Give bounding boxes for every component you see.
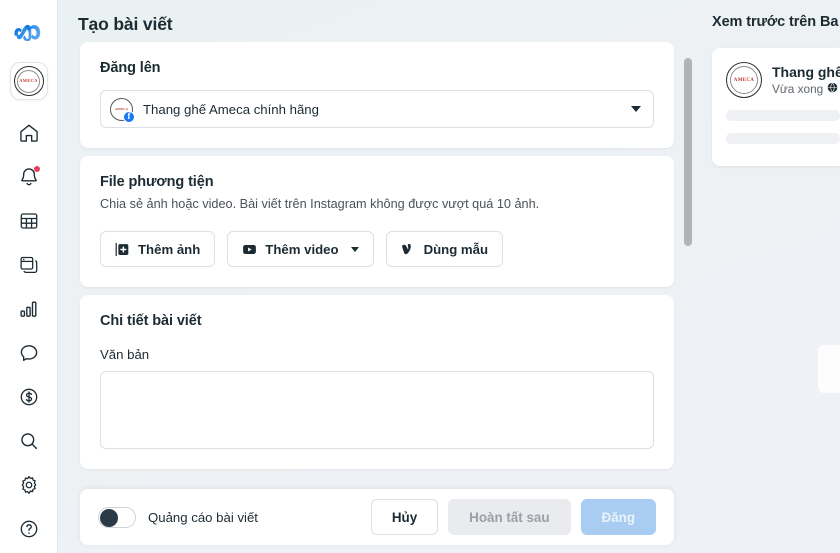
- preview-page-name: Thang ghế: [772, 64, 840, 80]
- sidebar-item-inbox[interactable]: [8, 332, 50, 374]
- add-video-button[interactable]: Thêm video: [227, 231, 374, 268]
- sidebar-item-help[interactable]: [8, 508, 50, 550]
- preview-post-card: AMECA Thang ghế Vừa xong: [712, 48, 840, 166]
- post-text-input[interactable]: [100, 371, 654, 450]
- chevron-down-icon[interactable]: [631, 106, 641, 112]
- globe-icon: [827, 82, 838, 96]
- sidebar-item-search[interactable]: [8, 420, 50, 462]
- chat-bubble-icon: [18, 342, 40, 364]
- preview-skeleton-line: [726, 133, 840, 144]
- grid-icon: [18, 210, 40, 232]
- search-icon: [18, 430, 40, 452]
- cancel-button[interactable]: Hủy: [370, 499, 439, 535]
- facebook-icon: f: [123, 110, 135, 123]
- add-video-label: Thêm video: [265, 241, 339, 257]
- bar-chart-icon: [18, 298, 40, 320]
- publish-to-title: Đăng lên: [100, 60, 161, 76]
- sidebar-item-insights[interactable]: [8, 288, 50, 330]
- create-post-screen: AMECA Tạo bài viết Đăng lên AMECA f Than…: [0, 0, 840, 553]
- preview-identity: Thang ghế Vừa xong: [772, 64, 840, 96]
- media-subtitle: Chia sẻ ảnh hoặc video. Bài viết trên In…: [100, 197, 540, 211]
- text-field-label: Văn bản: [100, 347, 150, 363]
- media-title: File phương tiện: [100, 174, 214, 190]
- boost-post-label: Quảng cáo bài viết: [148, 509, 258, 525]
- dollar-circle-icon: [18, 386, 40, 408]
- publish-button[interactable]: Đăng: [580, 499, 656, 535]
- media-card: File phương tiện Chia sẻ ảnh hoặc video.…: [80, 156, 674, 288]
- main-content: Tạo bài viết Đăng lên AMECA f Thang ghế …: [58, 0, 700, 553]
- use-template-label: Dùng mẫu: [423, 241, 489, 257]
- publish-to-card: Đăng lên AMECA f Thang ghế Ameca chính h…: [80, 42, 674, 148]
- preview-title: Xem trước trên Ba: [712, 14, 839, 30]
- preview-pane: Xem trước trên Ba AMECA Thang ghế Vừa xo…: [700, 0, 840, 553]
- add-photo-button[interactable]: Thêm ảnh: [100, 231, 216, 268]
- preview-avatar-label: AMECA: [732, 77, 756, 83]
- template-v-icon: [401, 242, 416, 257]
- preview-post-meta: Vừa xong: [772, 82, 840, 96]
- preview-avatar: AMECA: [726, 62, 762, 98]
- add-photo-label: Thêm ảnh: [138, 241, 201, 257]
- page-selector-dropdown[interactable]: AMECA f Thang ghế Ameca chính hãng: [100, 90, 654, 128]
- left-nav-rail: AMECA: [0, 0, 58, 553]
- sidebar-item-home[interactable]: [8, 112, 50, 154]
- page-title: Tạo bài viết: [78, 14, 173, 34]
- post-details-title: Chi tiết bài viết: [100, 313, 202, 330]
- video-icon: [242, 242, 257, 257]
- post-details-card: Chi tiết bài viết Văn bản: [80, 295, 674, 470]
- chevron-down-icon[interactable]: [350, 246, 359, 252]
- gear-icon: [18, 474, 40, 496]
- preview-timestamp: Vừa xong: [772, 82, 824, 96]
- add-photo-icon: [115, 242, 130, 257]
- action-bar: Quảng cáo bài viết Hủy Hoàn tất sau Đăng: [80, 489, 674, 545]
- preview-skeleton-line: [726, 110, 840, 121]
- avatar-label: AMECA: [18, 77, 39, 84]
- sidebar-item-content[interactable]: [8, 244, 50, 286]
- sidebar-item-notifications[interactable]: [8, 156, 50, 198]
- home-icon: [18, 122, 40, 144]
- business-avatar-icon[interactable]: AMECA: [9, 62, 48, 100]
- sidebar-item-monetization[interactable]: [8, 376, 50, 418]
- meta-logo-icon[interactable]: [10, 14, 48, 48]
- finish-later-button[interactable]: Hoàn tất sau: [448, 499, 571, 535]
- form-scroll-area: Đăng lên AMECA f Thang ghế Ameca chính h…: [58, 42, 700, 553]
- page-avatar: AMECA f: [110, 97, 135, 123]
- preview-secondary-card: [818, 345, 840, 393]
- use-template-button[interactable]: Dùng mẫu: [385, 231, 504, 268]
- boost-post-toggle[interactable]: [98, 506, 136, 528]
- content-icon: [18, 254, 40, 276]
- main-scrollbar-thumb[interactable]: [684, 58, 692, 246]
- main-scrollbar-track[interactable]: [684, 58, 692, 498]
- notification-badge-dot: [33, 166, 40, 172]
- toggle-knob: [100, 508, 118, 527]
- selected-page-name: Thang ghế Ameca chính hãng: [143, 101, 319, 117]
- help-circle-icon: [18, 518, 40, 540]
- sidebar-item-feed[interactable]: [8, 200, 50, 242]
- sidebar-item-settings[interactable]: [8, 464, 50, 506]
- media-button-row: Thêm ảnh Thêm video Dùng mẫu: [100, 231, 654, 268]
- avatar: AMECA: [13, 66, 44, 96]
- preview-post-header: AMECA Thang ghế Vừa xong: [726, 62, 840, 98]
